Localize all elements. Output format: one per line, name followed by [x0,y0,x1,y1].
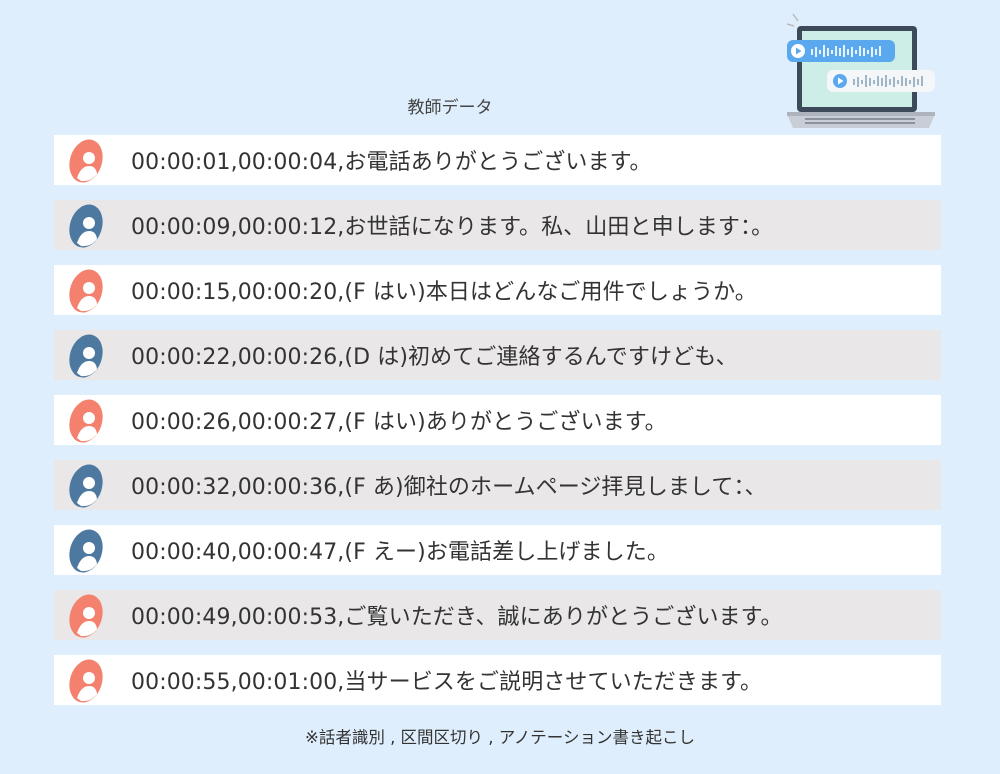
page-title: 教師データ [407,98,493,118]
transcript-row: 00:00:01,00:00:04,お電話ありがとうございます。 [54,135,941,185]
transcript-text: 00:00:22,00:00:26,(D は)初めてご連絡するんですけども、 [131,345,738,370]
transcript-list: 00:00:01,00:00:04,お電話ありがとうございます。 00:00:09… [54,135,941,720]
transcript-text: 00:00:01,00:00:04,お電話ありがとうございます。 [131,150,652,175]
transcript-row: 00:00:32,00:00:36,(F あ)御社のホームページ拝見しまして：、 [54,460,941,510]
speaker-avatar-icon [67,331,105,379]
transcript-row: 00:00:09,00:00:12,お世話になります。私、山田と申します：。 [54,200,941,250]
transcript-row: 00:00:49,00:00:53,ご覧いただき、誠にありがとうございます。 [54,590,941,640]
speaker-avatar-icon [67,201,105,249]
speaker-avatar-icon [67,591,105,639]
speaker-avatar-icon [67,461,105,509]
speaker-avatar-icon [67,396,105,444]
speaker-avatar-icon [67,526,105,574]
transcript-row: 00:00:55,00:01:00,当サービスをご説明させていただきます。 [54,655,941,705]
speaker-avatar-icon [67,656,105,704]
transcript-text: 00:00:09,00:00:12,お世話になります。私、山田と申します：。 [131,215,774,240]
transcript-text: 00:00:26,00:00:27,(F はい)ありがとうございます。 [131,410,667,435]
transcript-text: 00:00:15,00:00:20,(F はい)本日はどんなご用件でしょうか。 [131,280,757,305]
transcript-row: 00:00:22,00:00:26,(D は)初めてご連絡するんですけども、 [54,330,941,380]
transcript-text: 00:00:32,00:00:36,(F あ)御社のホームページ拝見しまして：、 [131,475,767,500]
laptop-audio-icon [786,13,935,128]
transcript-row: 00:00:26,00:00:27,(F はい)ありがとうございます。 [54,395,941,445]
speaker-avatar-icon [67,136,105,184]
speaker-avatar-icon [67,266,105,314]
transcript-text: 00:00:40,00:00:47,(F えー)お電話差し上げました。 [131,540,669,565]
transcript-text: 00:00:49,00:00:53,ご覧いただき、誠にありがとうございます。 [131,605,783,630]
transcript-row: 00:00:15,00:00:20,(F はい)本日はどんなご用件でしょうか。 [54,265,941,315]
transcript-row: 00:00:40,00:00:47,(F えー)お電話差し上げました。 [54,525,941,575]
caption: ※話者識別 , 区間区切り , アノテーション書き起こし [305,728,695,747]
transcript-text: 00:00:55,00:01:00,当サービスをご説明させていただきます。 [131,670,763,695]
